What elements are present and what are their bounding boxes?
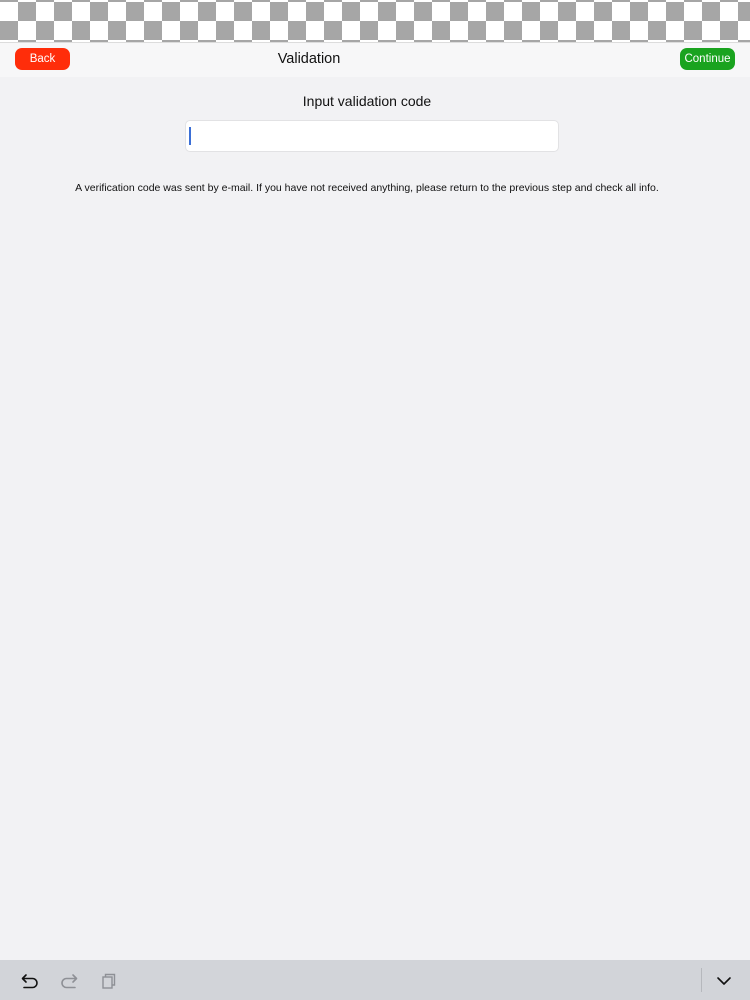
navigation-bar: Back Validation Continue (0, 43, 750, 77)
page-title: Validation (0, 51, 750, 67)
accessory-divider (701, 968, 702, 992)
page-title-text: Validation (277, 51, 341, 67)
text-caret (189, 127, 191, 145)
keyboard-accessory-bar (0, 960, 750, 1000)
redo-icon[interactable] (58, 970, 80, 992)
validation-code-label: Input validation code (302, 93, 432, 109)
verification-hint: A verification code was sent by e-mail. … (75, 182, 659, 194)
chevron-down-icon[interactable] (713, 970, 735, 992)
undo-icon[interactable] (19, 970, 41, 992)
paste-icon[interactable] (97, 970, 119, 992)
continue-button[interactable]: Continue (680, 48, 735, 70)
status-bar (0, 0, 750, 43)
validation-code-input[interactable] (185, 120, 559, 152)
